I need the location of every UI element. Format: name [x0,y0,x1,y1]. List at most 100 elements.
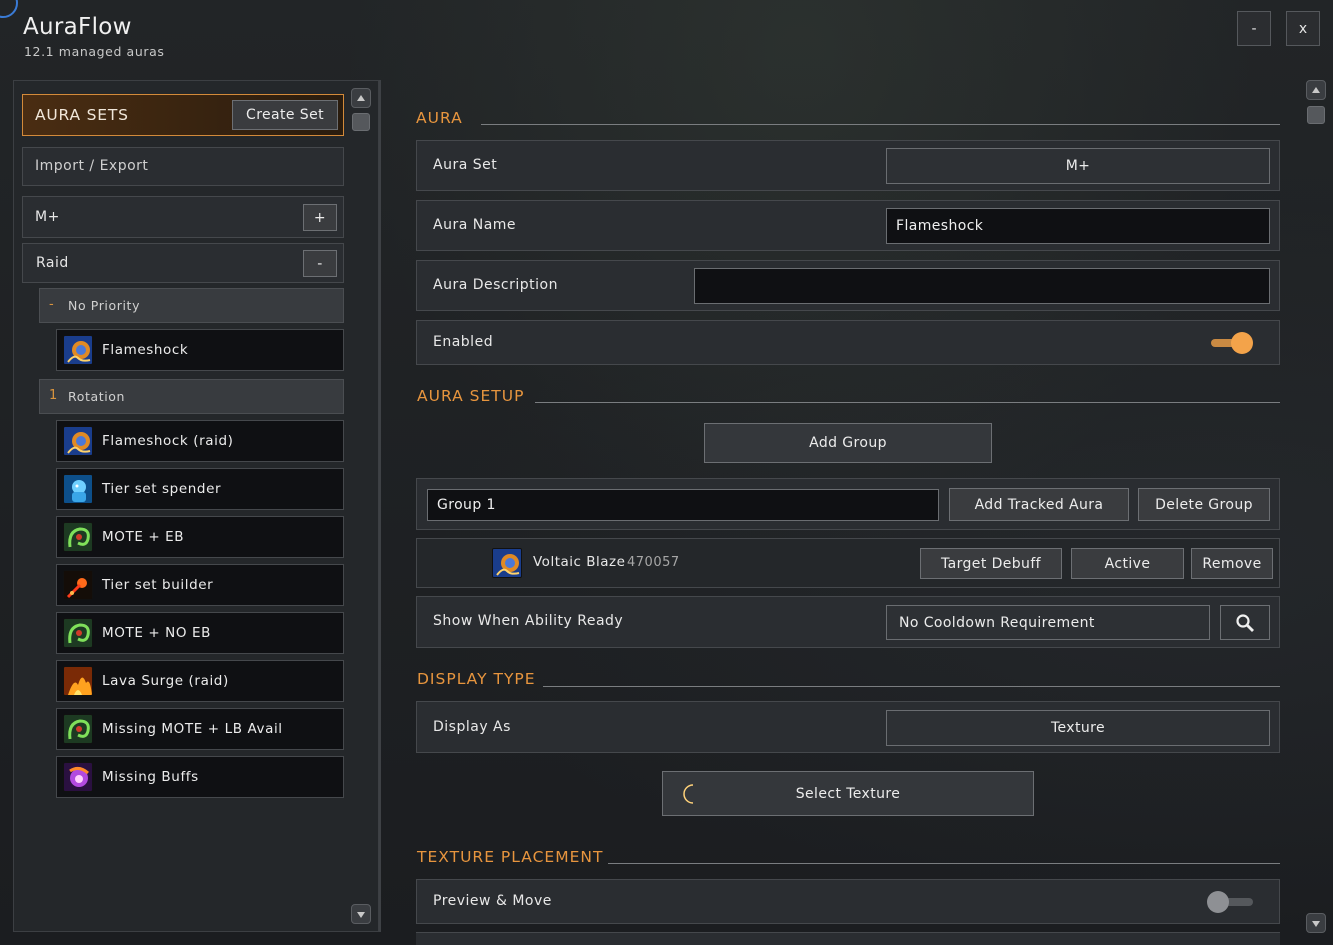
flameshock-icon [63,426,93,456]
lava-surge-icon [63,666,93,696]
add-group-button[interactable]: Add Group [704,423,992,463]
aura-description-row: Aura Description [416,260,1280,311]
ability-ready-row: Show When Ability Ready No Cooldown Requ… [416,596,1280,648]
tracked-aura-spell-id: 470057 [627,555,680,570]
sidebar-item-raid[interactable]: Raid - [22,243,344,283]
main-scroll-up-icon[interactable] [1306,80,1326,100]
enabled-toggle[interactable] [1209,331,1257,355]
window-header: AuraFlow 12.1 managed auras - x [0,0,1333,74]
display-as-dropdown[interactable]: Texture [886,710,1270,746]
tracked-aura-row: Voltaic Blaze 470057 Target Debuff Activ… [416,538,1280,588]
sidebar-scroll-up-icon[interactable] [351,88,371,108]
aura-item-lava-surge-raid[interactable]: Lava Surge (raid) [56,660,344,702]
section-divider [481,124,1280,125]
priority-mark: 1 [49,388,58,403]
group-row: Group 1 Add Tracked Aura Delete Group [416,478,1280,530]
preview-move-toggle[interactable] [1207,890,1259,914]
app-title: AuraFlow [23,14,132,40]
search-icon [1236,613,1254,632]
aura-name-row: Aura Name Flameshock [416,200,1280,251]
create-set-button[interactable]: Create Set [232,100,338,130]
select-texture-label: Select Texture [795,785,901,802]
aura-item-label: Flameshock [102,342,189,358]
enabled-label: Enabled [433,334,494,350]
aura-set-label: Aura Set [433,157,498,173]
sidebar-item-mplus[interactable]: M+ + [22,196,344,238]
target-debuff-button[interactable]: Target Debuff [920,548,1062,579]
set-label: M+ [35,209,60,225]
section-divider [608,863,1280,864]
select-texture-button[interactable]: Select Texture [662,771,1034,816]
aura-item-missing-mote-lb[interactable]: Missing MOTE + LB Avail [56,708,344,750]
sidebar-scrollbar-track[interactable] [379,80,381,932]
aura-item-mote-eb[interactable]: MOTE + EB [56,516,344,558]
aura-sets-header: AURA SETS Create Set [22,94,344,136]
aura-item-label: MOTE + NO EB [102,625,211,641]
aura-item-mote-no-eb[interactable]: MOTE + NO EB [56,612,344,654]
aura-name-input[interactable]: Flameshock [886,208,1270,244]
expand-set-button[interactable]: + [303,204,337,231]
aura-sets-label: AURA SETS [35,106,129,124]
preview-move-row: Preview & Move [416,879,1280,924]
aura-set-dropdown[interactable]: M+ [886,148,1270,184]
aura-name-label: Aura Name [433,217,517,233]
toggle-knob [1207,891,1229,913]
set-label: Raid [36,255,69,271]
display-as-label: Display As [433,719,511,735]
toggle-knob [1231,332,1253,354]
aura-item-label: Tier set spender [102,481,222,497]
close-button[interactable]: x [1286,11,1320,46]
aura-description-label: Aura Description [433,277,558,293]
aura-set-row: Aura Set M+ [416,140,1280,191]
collapse-set-button[interactable]: - [303,250,337,277]
group-label: No Priority [68,298,141,313]
enabled-row: Enabled [416,320,1280,365]
fire-bolt-icon [63,570,93,600]
priority-mark: - [49,297,54,312]
cooldown-requirement-dropdown[interactable]: No Cooldown Requirement [886,605,1210,640]
import-export-label: Import / Export [35,158,149,174]
sidebar-scroll-down-icon[interactable] [351,904,371,924]
group-name-input[interactable]: Group 1 [427,489,939,521]
aura-item-tier-set-spender[interactable]: Tier set spender [56,468,344,510]
remove-tracked-aura-button[interactable]: Remove [1191,548,1273,579]
section-title-aura-setup: AURA SETUP [417,387,525,405]
texture-preview-icon [683,782,695,806]
group-rotation[interactable]: 1 Rotation [39,379,344,414]
voltaic-blaze-icon [492,548,522,578]
aura-item-label: Lava Surge (raid) [102,673,229,689]
nature-swirl-icon [63,522,93,552]
main-scroll-down-icon[interactable] [1306,913,1326,933]
aura-item-tier-set-builder[interactable]: Tier set builder [56,564,344,606]
display-as-row: Display As Texture [416,701,1280,753]
section-title-texture-placement: TEXTURE PLACEMENT [417,848,604,866]
aura-item-flameshock-raid[interactable]: Flameshock (raid) [56,420,344,462]
import-export-button[interactable]: Import / Export [22,147,344,186]
arcane-buff-icon [63,762,93,792]
aura-item-label: Missing Buffs [102,769,199,785]
group-no-priority[interactable]: - No Priority [39,288,344,323]
search-button[interactable] [1220,605,1270,640]
frost-elemental-icon [63,474,93,504]
aura-item-missing-buffs[interactable]: Missing Buffs [56,756,344,798]
section-divider [535,402,1280,403]
aura-item-flameshock[interactable]: Flameshock [56,329,344,371]
section-title-aura: AURA [416,109,463,127]
show-when-ready-label: Show When Ability Ready [433,613,624,629]
delete-group-button[interactable]: Delete Group [1138,488,1270,521]
aura-item-label: MOTE + EB [102,529,185,545]
aura-description-input[interactable] [694,268,1270,304]
main-scroll-thumb[interactable] [1307,106,1325,124]
section-divider [543,686,1280,687]
aura-item-label: Flameshock (raid) [102,433,234,449]
sidebar-scroll-thumb[interactable] [352,113,370,131]
nature-swirl-icon [63,618,93,648]
section-title-display-type: DISPLAY TYPE [417,670,536,688]
tracked-aura-name: Voltaic Blaze [533,554,626,570]
nature-swirl-icon [63,714,93,744]
aura-item-label: Missing MOTE + LB Avail [102,721,283,737]
add-tracked-aura-button[interactable]: Add Tracked Aura [949,488,1129,521]
aura-state-button[interactable]: Active [1071,548,1184,579]
group-label: Rotation [68,389,126,404]
minimize-button[interactable]: - [1237,11,1271,46]
